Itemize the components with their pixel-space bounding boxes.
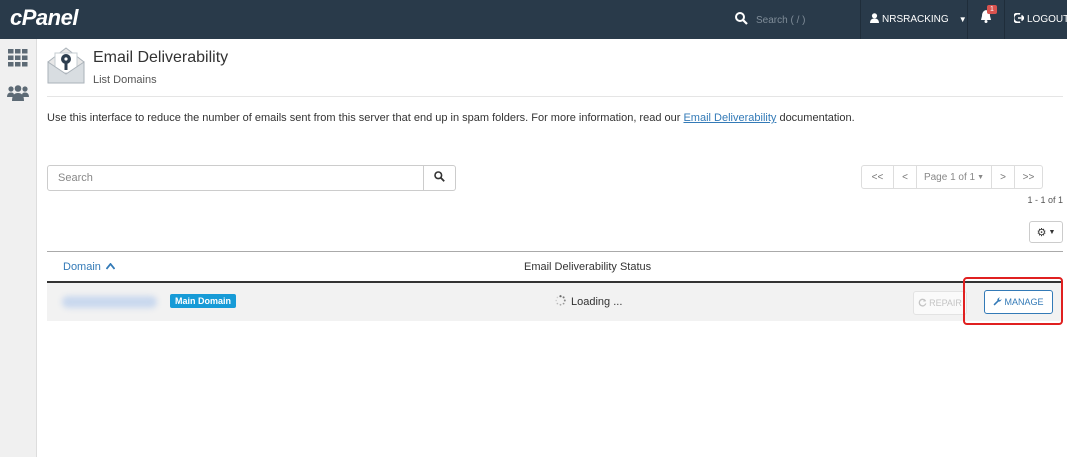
- users-icon[interactable]: [7, 85, 29, 107]
- page-select-label: Page 1 of 1: [923, 171, 976, 183]
- status-text: Loading ...: [571, 296, 623, 308]
- username: NRSRACKING: [882, 14, 949, 25]
- documentation-link[interactable]: Email Deliverability: [683, 112, 776, 124]
- description-text: Use this interface to reduce the number …: [47, 112, 684, 124]
- description-text-end: documentation.: [776, 112, 855, 124]
- settings-button[interactable]: ⚙ ▼: [1029, 221, 1063, 243]
- table-border: [47, 251, 1063, 252]
- status-loading: Loading ...: [555, 295, 622, 309]
- grid-icon[interactable]: [7, 49, 29, 71]
- table-row: Main Domain Loading ... REPAIR MANAGE: [47, 283, 1063, 321]
- logout-button[interactable]: LOGOUT: [1012, 12, 1067, 26]
- column-domain-label: Domain: [63, 261, 101, 273]
- results-range: 1 - 1 of 1: [1027, 195, 1063, 205]
- chevron-down-icon: ▼: [977, 173, 985, 181]
- global-search[interactable]: [735, 11, 856, 29]
- global-search-input[interactable]: [756, 14, 856, 26]
- user-menu[interactable]: NRSRACKING ▼: [870, 13, 967, 26]
- pagination: << < Page 1 of 1 ▼ > >>: [861, 165, 1043, 189]
- sort-ascending-icon: [105, 262, 116, 272]
- repair-button[interactable]: REPAIR: [913, 291, 967, 315]
- spinner-icon: [555, 295, 566, 309]
- column-header-status: Email Deliverability Status: [524, 261, 652, 273]
- email-deliverability-icon: [47, 46, 85, 84]
- logout-icon: [1012, 12, 1026, 26]
- divider: [47, 96, 1063, 97]
- first-page-button[interactable]: <<: [861, 165, 894, 189]
- refresh-icon: [918, 298, 927, 309]
- search-icon: [434, 171, 445, 185]
- domain-name-redacted: [62, 296, 157, 308]
- page-title: Email Deliverability: [93, 49, 229, 66]
- page-description: Use this interface to reduce the number …: [47, 112, 855, 124]
- chevron-down-icon: ▼: [958, 15, 967, 24]
- notifications-button[interactable]: 1: [980, 5, 997, 26]
- logout-label: LOGOUT: [1027, 14, 1067, 25]
- divider: [860, 0, 861, 39]
- search-icon: [735, 12, 748, 28]
- search-input[interactable]: [47, 165, 424, 191]
- user-icon: [870, 13, 879, 26]
- main-domain-badge: Main Domain: [170, 294, 237, 308]
- page-select[interactable]: Page 1 of 1 ▼: [916, 165, 992, 189]
- divider: [967, 0, 968, 39]
- cpanel-logo[interactable]: cPanel: [10, 5, 78, 31]
- repair-label: REPAIR: [929, 298, 962, 308]
- last-page-button[interactable]: >>: [1014, 165, 1043, 189]
- divider: [1004, 0, 1005, 39]
- search-button[interactable]: [424, 165, 456, 191]
- column-header-domain[interactable]: Domain: [63, 261, 116, 273]
- chevron-down-icon: ▼: [1048, 228, 1056, 236]
- highlight-box: [963, 277, 1063, 325]
- gear-icon: ⚙: [1036, 226, 1047, 239]
- left-sidebar: [0, 39, 37, 457]
- notification-badge: 1: [987, 5, 997, 14]
- next-page-button[interactable]: >: [991, 165, 1015, 189]
- domain-search: [47, 165, 456, 191]
- prev-page-button[interactable]: <: [893, 165, 917, 189]
- top-navbar: cPanel NRSRACKING ▼ 1 LOGOUT: [0, 0, 1067, 39]
- page-subtitle: List Domains: [93, 74, 157, 86]
